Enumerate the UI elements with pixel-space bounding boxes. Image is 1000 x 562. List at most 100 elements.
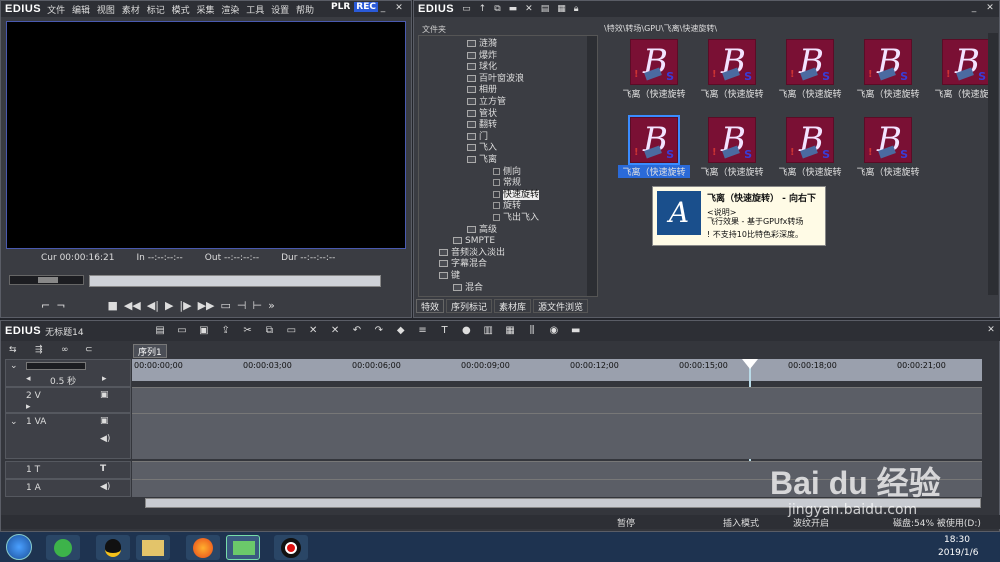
minimize-icon[interactable]: _ xyxy=(377,1,389,15)
thumb-scrollbar[interactable] xyxy=(988,33,998,295)
rewind-icon[interactable]: ◀◀ xyxy=(124,299,141,312)
track-expand-icon[interactable]: ▸ xyxy=(26,402,31,412)
undo-icon[interactable]: ↶ xyxy=(349,324,365,338)
preview-monitor[interactable] xyxy=(6,21,406,249)
track-2v[interactable] xyxy=(132,387,982,413)
effect-thumbnail-label[interactable]: 飞离（快速旋转 xyxy=(618,165,690,178)
tree-item[interactable]: 侧向 xyxy=(493,167,521,178)
time-ruler[interactable]: 00:00:00;00 00:00:03;00 00:00:06;00 00:00:0… xyxy=(132,359,982,381)
effect-thumbnail[interactable]: B S! xyxy=(864,39,912,85)
menu-mode[interactable]: 模式 xyxy=(172,6,190,16)
properties-icon[interactable]: ▤ xyxy=(541,4,550,14)
effects-minimize-icon[interactable]: _ xyxy=(968,1,980,15)
track-2v-header[interactable]: 2 V ▣ ▸ xyxy=(5,387,131,413)
effect-thumbnail[interactable]: B S! xyxy=(630,39,678,85)
track-1va-header[interactable]: ⌄ 1 VA ▣ ◀) xyxy=(5,413,131,459)
up-icon[interactable]: ↑ xyxy=(479,4,487,14)
tree-item[interactable]: SMPTE xyxy=(453,236,495,247)
paste-tl-icon[interactable]: ▭ xyxy=(283,324,299,338)
layout-icon[interactable]: ▬ xyxy=(568,324,584,338)
effect-thumbnail[interactable]: B S! xyxy=(942,39,990,85)
grid-icon[interactable]: ▦ xyxy=(502,324,518,338)
mic-icon[interactable]: ● xyxy=(458,324,474,338)
menu-help[interactable]: 帮助 xyxy=(296,6,314,16)
track-1t-header[interactable]: 1 T T xyxy=(5,461,131,479)
track-1a[interactable] xyxy=(132,479,982,497)
effect-thumbnail-label[interactable]: 飞离（快速旋转 xyxy=(618,87,690,100)
step-forward-icon[interactable]: |▶ xyxy=(179,299,191,312)
sync-icon[interactable]: ⇆ xyxy=(9,345,17,355)
fast-forward-icon[interactable]: ▶▶ xyxy=(198,299,215,312)
render-icon[interactable]: ◉ xyxy=(546,324,562,338)
effect-thumbnail-label[interactable]: 飞离（快速旋转 xyxy=(774,87,846,100)
effect-thumbnail-label[interactable]: 飞离（快速旋转 xyxy=(852,87,924,100)
collapse-icon[interactable]: ⌄ xyxy=(10,361,18,371)
menu-edit[interactable]: 编辑 xyxy=(72,6,90,16)
taskbar-app-explorer[interactable] xyxy=(136,535,170,560)
tree-item[interactable]: 涟漪 xyxy=(467,39,497,50)
copy-icon[interactable]: ⧉ xyxy=(494,4,500,14)
start-button[interactable] xyxy=(6,534,32,560)
track-1t[interactable] xyxy=(132,461,982,479)
video-mute-icon[interactable]: ▣ xyxy=(100,390,109,400)
magnet-icon[interactable]: ⊂ xyxy=(85,345,93,355)
stop-icon[interactable]: ■ xyxy=(107,299,117,312)
set-out-icon[interactable]: ¬ xyxy=(56,299,65,312)
effect-thumbnail-label[interactable]: 飞离（快速旋转 xyxy=(696,87,768,100)
effect-thumbnail[interactable]: B S! xyxy=(786,117,834,163)
menu-view[interactable]: 视图 xyxy=(97,6,115,16)
playhead-marker[interactable] xyxy=(742,359,758,369)
tree-item[interactable]: 爆炸 xyxy=(467,51,497,62)
effects-tree[interactable]: 涟漪 爆炸 球化 百叶窗波浪 相册 立方管 管状 翻转门飞入 飞离 侧向 常规 快速旋转 旋转 飞出飞入高… xyxy=(418,35,598,297)
save-icon[interactable]: ▣ xyxy=(196,324,212,338)
redo-icon[interactable]: ↷ xyxy=(371,324,387,338)
taskbar-app-360[interactable] xyxy=(46,535,80,560)
audio-track-icon[interactable]: ◀) xyxy=(100,482,110,492)
effect-thumbnail[interactable]: B S! xyxy=(786,39,834,85)
taskbar-app-firefox[interactable] xyxy=(186,535,220,560)
scale-right-icon[interactable]: ▸ xyxy=(102,374,107,384)
track-1va[interactable] xyxy=(132,413,982,459)
folder-icon[interactable]: ▭ xyxy=(462,4,471,14)
effect-thumbnail[interactable]: B S! xyxy=(628,115,680,165)
tree-item[interactable]: 混合 xyxy=(453,283,483,294)
title-icon[interactable]: T xyxy=(437,324,453,338)
scale-left-icon[interactable]: ◂ xyxy=(26,374,31,384)
effects-close-icon[interactable]: ✕ xyxy=(984,1,996,15)
tree-scrollbar[interactable] xyxy=(587,36,597,296)
tree-item[interactable]: 飞离 xyxy=(467,155,497,166)
taskbar-app-qq[interactable] xyxy=(96,535,130,560)
tree-item[interactable]: 飞出飞入 xyxy=(493,213,539,224)
effect-thumbnail[interactable]: B S! xyxy=(708,39,756,85)
effect-thumbnail-label[interactable]: 飞离（快速旋转 xyxy=(852,165,924,178)
tree-item[interactable]: 球化 xyxy=(467,62,497,73)
tree-item[interactable]: 快速旋转 xyxy=(493,189,540,201)
split-icon[interactable]: ≡ xyxy=(415,324,431,338)
more-icon[interactable]: » xyxy=(268,299,275,312)
sliders-icon[interactable]: ⫼ xyxy=(524,324,540,338)
delete-tl-icon[interactable]: ✕ xyxy=(305,324,321,338)
group-icon[interactable]: ⇶ xyxy=(35,345,43,355)
taskbar-app-recorder[interactable] xyxy=(274,535,308,560)
menu-settings[interactable]: 设置 xyxy=(271,6,289,16)
menu-file[interactable]: 文件 xyxy=(47,6,65,16)
tree-item[interactable]: 旋转 xyxy=(493,201,521,212)
track-1va-video-icon[interactable]: ▣ xyxy=(100,416,109,426)
tab-sequence-markers[interactable]: 序列标记 xyxy=(446,299,493,313)
plr-button[interactable]: PLR xyxy=(329,2,352,12)
tab-bin[interactable]: 素材库 xyxy=(494,299,532,313)
tree-item[interactable]: 相册 xyxy=(467,85,497,96)
tab-effects[interactable]: 特效 xyxy=(416,299,445,313)
rec-button[interactable]: REC xyxy=(354,2,378,12)
tab-source-browser[interactable]: 源文件浏览 xyxy=(533,299,589,313)
track-1a-header[interactable]: 1 A ◀) xyxy=(5,479,131,497)
menu-tools[interactable]: 工具 xyxy=(246,6,264,16)
paste-icon[interactable]: ▬ xyxy=(509,4,518,14)
set-in-icon[interactable]: ⌐ xyxy=(41,299,50,312)
menu-capture[interactable]: 采集 xyxy=(196,6,214,16)
new-sequence-icon[interactable]: ▤ xyxy=(152,324,168,338)
export-icon[interactable]: ⇪ xyxy=(218,324,234,338)
ripple-delete-icon[interactable]: ✕ xyxy=(327,324,343,338)
track-1va-audio-icon[interactable]: ◀) xyxy=(100,434,110,444)
open-icon[interactable]: ▭ xyxy=(174,324,190,338)
